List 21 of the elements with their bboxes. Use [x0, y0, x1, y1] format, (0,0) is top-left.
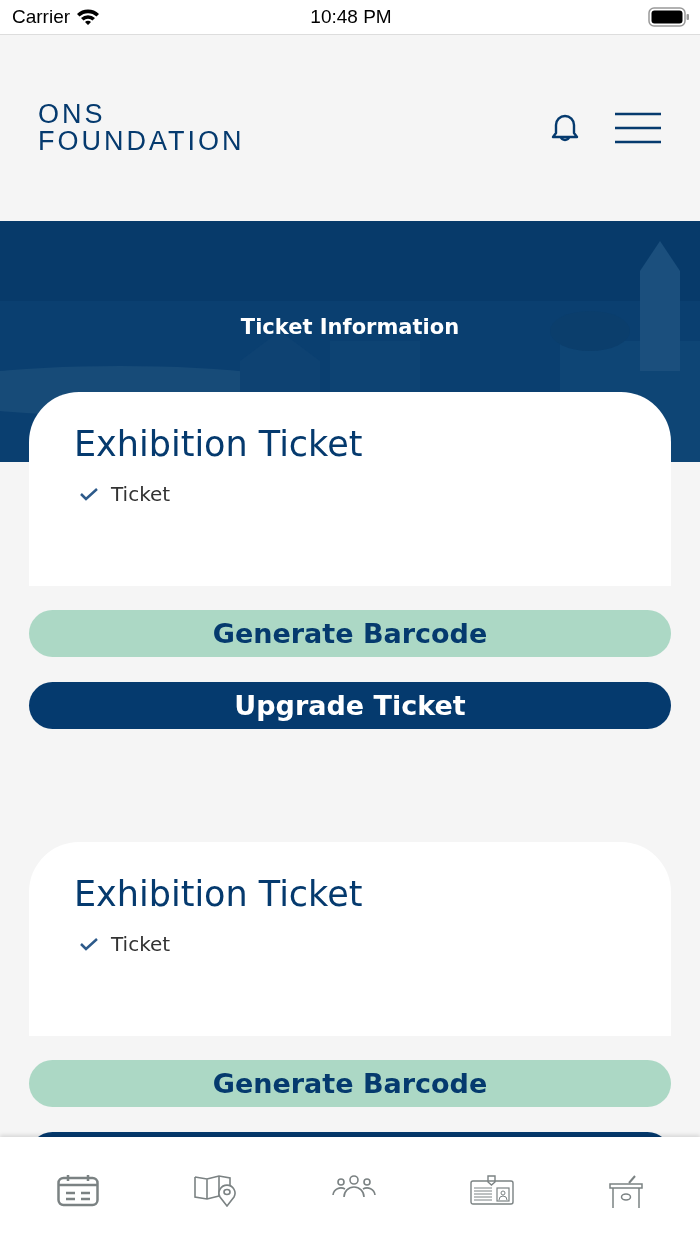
page-title: Ticket Information: [240, 315, 460, 341]
people-icon[interactable]: [331, 1175, 376, 1199]
ticket-title: Exhibition Ticket: [74, 874, 364, 914]
feature-label: Ticket: [111, 482, 171, 506]
battery-icon: [648, 7, 690, 27]
generate-barcode-button[interactable]: Generate Barcode: [29, 610, 671, 657]
logo: ONS FOUNDATION: [38, 101, 245, 155]
menu-icon[interactable]: [614, 112, 662, 144]
carrier-label: Carrier: [12, 6, 71, 28]
map-pin-icon[interactable]: [193, 1175, 238, 1207]
podium-icon[interactable]: [608, 1175, 643, 1209]
check-icon: [79, 486, 99, 502]
feature-label: Ticket: [111, 932, 171, 956]
ticket-title: Exhibition Ticket: [74, 424, 364, 464]
check-icon: [79, 936, 99, 952]
upgrade-button[interactable]: Upgrade Ticket: [29, 682, 671, 729]
generate-barcode-button[interactable]: Generate Barcode: [29, 1060, 671, 1107]
calendar-icon[interactable]: [57, 1175, 100, 1207]
id-card-icon[interactable]: [470, 1175, 515, 1205]
status-time: 10:48 PM: [310, 6, 392, 28]
wifi-icon: [76, 8, 101, 26]
